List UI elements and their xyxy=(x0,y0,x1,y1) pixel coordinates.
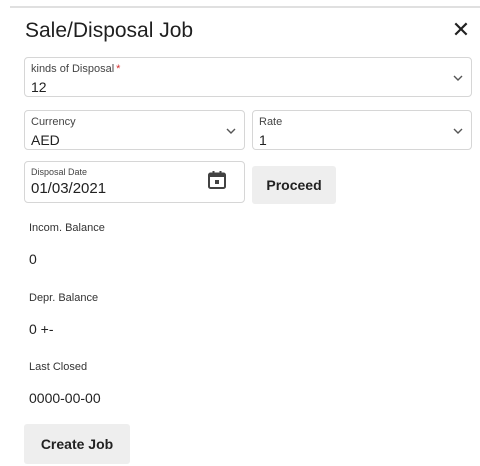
rate-label: Rate xyxy=(259,116,283,128)
dialog-title: Sale/Disposal Job xyxy=(25,19,194,42)
chevron-down-icon xyxy=(226,128,236,134)
kinds-of-disposal-select[interactable]: kinds of Disposal * 12 xyxy=(24,57,472,97)
top-divider xyxy=(10,6,480,8)
disposal-date-label: Disposal Date xyxy=(31,167,88,177)
depr-balance-label: Depr. Balance xyxy=(29,292,99,304)
required-marker: * xyxy=(116,63,121,75)
chevron-down-icon xyxy=(453,128,463,134)
currency-select[interactable]: Currency AED xyxy=(24,110,245,150)
proceed-button[interactable]: Proceed xyxy=(252,166,336,204)
currency-label: Currency xyxy=(31,116,76,128)
kinds-of-disposal-value: 12 xyxy=(31,79,47,95)
rate-select[interactable]: Rate 1 xyxy=(252,110,472,150)
currency-value: AED xyxy=(31,132,60,148)
last-closed-label: Last Closed xyxy=(29,361,88,373)
incom-balance-value: 0 xyxy=(29,251,37,267)
rate-value: 1 xyxy=(259,132,267,148)
kinds-of-disposal-label: kinds of Disposal * xyxy=(31,63,121,75)
calendar-icon[interactable] xyxy=(207,170,227,190)
last-closed-value: 0000-00-00 xyxy=(29,390,101,406)
disposal-date-value: 01/03/2021 xyxy=(31,180,107,197)
create-job-button[interactable]: Create Job xyxy=(24,424,130,464)
depr-balance-value: 0 +- xyxy=(29,321,54,337)
chevron-down-icon xyxy=(453,75,463,81)
incom-balance-label: Incom. Balance xyxy=(29,222,105,234)
close-icon[interactable]: ✕ xyxy=(448,17,474,43)
